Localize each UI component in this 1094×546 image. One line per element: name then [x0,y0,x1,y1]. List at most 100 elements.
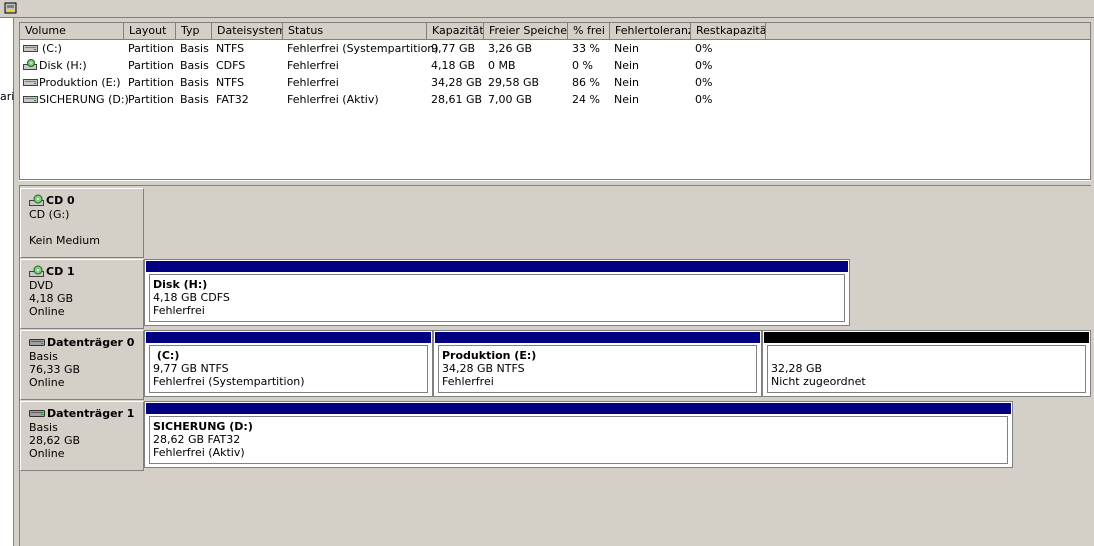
disk-info-cd1[interactable]: CD 1 DVD 4,18 GB Online [20,259,144,329]
column-header-filesystem[interactable]: Dateisystem [212,23,283,39]
cell-type: Basis [180,42,209,55]
partition-bar [146,261,848,272]
disk-name: CD 0 [46,194,75,207]
partition-bar [764,332,1089,343]
cell-layout: Partition [128,59,174,72]
disk-info-cd0[interactable]: CD 0 CD (G:) Kein Medium [20,188,144,258]
cell-type: Basis [180,76,209,89]
cell-overhead: 0% [695,93,713,106]
disk-line-1: CD (G:) [29,208,70,221]
cell-overhead: 0% [695,59,713,72]
disk-row-disk0: Datenträger 0 Basis 76,33 GB Online (C:)… [20,330,1092,400]
cell-capacity: 9,77 GB [431,42,476,55]
disk-name: CD 1 [46,265,75,278]
partition-d[interactable]: SICHERUNG (D:) 28,62 GB FAT32 Fehlerfrei… [144,401,1013,468]
partition-size: 9,77 GB NTFS [153,362,229,375]
partition-body: 32,28 GB Nicht zugeordnet [767,345,1086,393]
volume-row[interactable]: SICHERUNG (D:) Partition Basis FAT32 Feh… [20,91,1090,108]
cd-drive-icon [29,265,44,277]
left-pane: ari [0,18,14,546]
hard-disk-icon [23,42,38,54]
cell-filesystem: NTFS [216,76,245,89]
disk-title: CD 1 [29,264,143,279]
cell-free-space: 3,26 GB [488,42,533,55]
cd-drive-icon [29,194,44,206]
column-header-capacity[interactable]: Kapazität [427,23,484,39]
partition-status: Fehlerfrei (Systempartition) [153,375,305,388]
disk-line-1: DVD [29,279,54,292]
disk-line-2: 4,18 GB [29,292,74,305]
cell-type: Basis [180,59,209,72]
disk-title: Datenträger 1 [29,406,143,421]
disk-name: Datenträger 1 [47,407,135,420]
cell-status: Fehlerfrei (Aktiv) [287,93,379,106]
disk-line-3: Online [29,447,65,460]
cell-status: Fehlerfrei [287,76,339,89]
partition-title: (C:) [153,349,180,362]
disk-line-2: 76,33 GB [29,363,81,376]
cell-filesystem: NTFS [216,42,245,55]
disk-row-cd0: CD 0 CD (G:) Kein Medium [20,188,1092,258]
cell-overhead: 0% [695,42,713,55]
partition-unallocated[interactable]: 32,28 GB Nicht zugeordnet [762,330,1091,397]
partition-bar [146,332,431,343]
partition-status: Fehlerfrei [442,375,494,388]
disk-management-icon[interactable] [4,1,18,15]
disk-line-2 [29,221,143,234]
partition-body: SICHERUNG (D:) 28,62 GB FAT32 Fehlerfrei… [149,416,1008,464]
hard-disk-icon [29,339,45,346]
cell-status: Fehlerfrei (Systempartition) [287,42,439,55]
disk-line-1: Basis [29,350,58,363]
volume-list[interactable]: Volume Layout Typ Dateisystem Status Kap… [19,22,1091,180]
partition-disk-h[interactable]: Disk (H:) 4,18 GB CDFS Fehlerfrei [144,259,850,326]
volume-row[interactable]: Disk (H:) Partition Basis CDFS Fehlerfre… [20,57,1090,74]
partition-title: SICHERUNG (D:) [153,420,253,433]
partition-status: Fehlerfrei (Aktiv) [153,446,245,459]
column-header-percent-free[interactable]: % frei [568,23,610,39]
cell-overhead: 0% [695,76,713,89]
disk-info-disk1[interactable]: Datenträger 1 Basis 28,62 GB Online [20,401,144,471]
partition-title: Disk (H:) [153,278,208,291]
partition-c[interactable]: (C:) 9,77 GB NTFS Fehlerfrei (Systempart… [144,330,433,397]
cell-free-space: 0 MB [488,59,516,72]
disk-line-3: Online [29,305,65,318]
cell-type: Basis [180,93,209,106]
disk-info-disk0[interactable]: Datenträger 0 Basis 76,33 GB Online [20,330,144,400]
volume-list-header: Volume Layout Typ Dateisystem Status Kap… [20,23,1090,40]
partition-body: (C:) 9,77 GB NTFS Fehlerfrei (Systempart… [149,345,428,393]
volume-row[interactable]: Produktion (E:) Partition Basis NTFS Feh… [20,74,1090,91]
cell-percent-free: 0 % [572,59,593,72]
disk-title: Datenträger 0 [29,335,143,350]
cell-capacity: 4,18 GB [431,59,476,72]
column-header-status[interactable]: Status [283,23,427,39]
column-header-fault-tolerance[interactable]: Fehlertoleranz [610,23,691,39]
column-header-type[interactable]: Typ [176,23,212,39]
disk-row-cd1: CD 1 DVD 4,18 GB Online Disk (H:) 4,18 G… [20,259,1092,329]
column-header-free-space[interactable]: Freier Speicher [484,23,568,39]
cell-volume: SICHERUNG (D:) [39,93,129,106]
disk-row-disk1: Datenträger 1 Basis 28,62 GB Online SICH… [20,401,1092,471]
partition-body: Disk (H:) 4,18 GB CDFS Fehlerfrei [149,274,845,322]
partition-size: 32,28 GB [771,362,823,375]
cell-filesystem: FAT32 [216,93,249,106]
cell-fault-tolerance: Nein [614,42,640,55]
cell-percent-free: 24 % [572,93,600,106]
volume-row[interactable]: (C:) Partition Basis NTFS Fehlerfrei (Sy… [20,40,1090,57]
partition-bar [146,403,1011,414]
cell-capacity: 34,28 GB [431,76,483,89]
partition-size: 4,18 GB CDFS [153,291,230,304]
partition-bar [435,332,760,343]
partition-e[interactable]: Produktion (E:) 34,28 GB NTFS Fehlerfrei [433,330,762,397]
cell-capacity: 28,61 GB [431,93,483,106]
cell-fault-tolerance: Nein [614,93,640,106]
column-header-overhead[interactable]: Restkapazität [691,23,766,39]
cell-status: Fehlerfrei [287,59,339,72]
partition-size: 28,62 GB FAT32 [153,433,241,446]
disk-line-2: 28,62 GB [29,434,81,447]
disk-line-3: Online [29,376,65,389]
column-header-layout[interactable]: Layout [124,23,176,39]
cell-percent-free: 86 % [572,76,600,89]
disk-name: Datenträger 0 [47,336,135,349]
disk-line-3: Kein Medium [29,234,100,247]
column-header-volume[interactable]: Volume [20,23,124,39]
